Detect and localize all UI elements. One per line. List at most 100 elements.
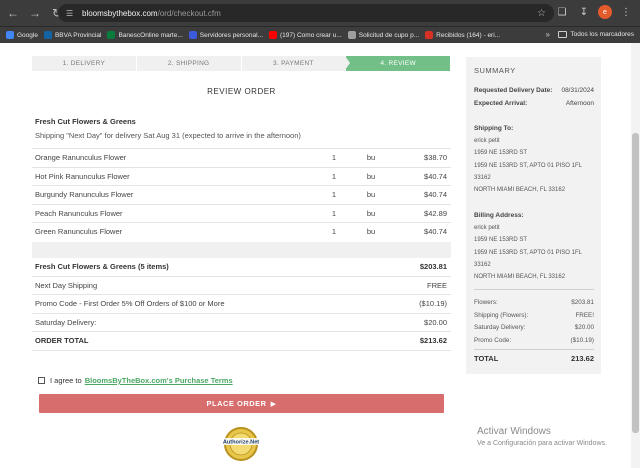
cost-label: Flowers: xyxy=(474,299,498,306)
bookmark-label: Google xyxy=(17,31,38,39)
bookmark-label: BanescOnline marte... xyxy=(118,31,183,39)
cost-value: $20.00 xyxy=(574,324,594,331)
cost-value: $203.81 xyxy=(571,299,594,306)
total-value: ($10.19) xyxy=(419,299,447,309)
menu-icon[interactable]: ⋮ xyxy=(618,4,634,20)
item-row: Green Ranunculus Flower 1 bu $40.74 xyxy=(32,222,451,241)
bookmark-label: BBVA Provincial xyxy=(54,31,102,39)
bookmark-item[interactable]: (197) Como crear u... xyxy=(269,31,342,39)
summary-title: SUMMARY xyxy=(474,66,516,75)
shipping-note: Shipping "Next Day" for delivery Sat Aug… xyxy=(35,131,301,140)
bookmark-item[interactable]: Recibidos (164) - eri... xyxy=(425,31,500,39)
section-heading: Fresh Cut Flowers & Greens xyxy=(35,117,136,126)
total-label: ORDER TOTAL xyxy=(35,336,89,346)
shipping-line: NORTH MIAMI BEACH, FL 33162 xyxy=(474,187,566,193)
extensions-icon[interactable]: ❏ xyxy=(554,4,570,20)
url-host: bloomsbythebox.com xyxy=(82,8,158,18)
step-delivery[interactable]: 1. DELIVERY xyxy=(32,56,137,71)
url-path: /ord/checkout.cfm xyxy=(157,8,221,18)
item-qty: 1 xyxy=(331,171,337,181)
bookmark-item[interactable]: BBVA Provincial xyxy=(43,31,102,39)
item-name: Peach Ranunculus Flower xyxy=(35,208,123,218)
watermark-title: Activar Windows xyxy=(477,426,551,437)
forward-icon[interactable]: → xyxy=(26,4,44,22)
bookmark-favicon-icon xyxy=(107,31,116,39)
cost-label: Saturday Delivery: xyxy=(474,324,526,331)
scrollbar-thumb[interactable] xyxy=(632,133,639,433)
total-value: $20.00 xyxy=(424,317,447,327)
bookmark-favicon-icon xyxy=(6,31,14,39)
bookmark-favicon-icon xyxy=(269,31,277,39)
download-icon[interactable]: ↧ xyxy=(576,4,592,20)
item-price: $42.89 xyxy=(424,208,447,218)
shipping-to-label: Shipping To: xyxy=(474,125,514,132)
profile-avatar[interactable]: e xyxy=(598,5,612,19)
bookmark-item[interactable]: Google xyxy=(6,31,38,39)
total-label: Promo Code - First Order 5% Off Orders o… xyxy=(35,299,225,309)
cost-value: FREE! xyxy=(575,312,594,319)
seal-text: Authorize.Net xyxy=(223,440,259,446)
shipping-line: 1959 NE 153RD ST, APTO 01 PISO 1FL xyxy=(474,163,582,169)
bookmarks-bar: Google BBVA Provincial BanescOnline marte.… xyxy=(0,26,640,43)
item-row: Burgundy Ranunculus Flower 1 bu $40.74 xyxy=(32,185,451,204)
item-name: Hot Pink Ranunculus Flower xyxy=(35,171,130,181)
divider-band xyxy=(32,242,451,258)
total-label: Fresh Cut Flowers & Greens (5 items) xyxy=(35,262,169,272)
requested-delivery-row: Requested Delivery Date: 08/31/2024 xyxy=(474,87,594,94)
summary-total-row: TOTAL 213.62 xyxy=(474,354,594,363)
shipping-line: 33162 xyxy=(474,175,491,181)
total-value: FREE xyxy=(426,280,447,290)
requested-delivery-label: Requested Delivery Date: xyxy=(474,87,553,94)
purchase-terms-link[interactable]: BloomsByTheBox.com's Purchase Terms xyxy=(85,376,233,385)
step-shipping[interactable]: 2. SHIPPING xyxy=(136,56,242,71)
back-icon[interactable]: ← xyxy=(4,4,22,22)
cost-label: Shipping (Flowers): xyxy=(474,312,529,319)
total-row: Saturday Delivery: $20.00 xyxy=(32,314,451,332)
bookmarks-overflow-button[interactable]: » xyxy=(546,30,550,39)
order-totals: Fresh Cut Flowers & Greens (5 items) $203… xyxy=(32,258,451,351)
item-qty: 1 xyxy=(331,227,337,237)
item-unit: bu xyxy=(366,227,376,237)
site-info-icon[interactable]: ☰ xyxy=(66,9,76,18)
bookmark-item[interactable]: BanescOnline marte... xyxy=(107,31,183,39)
requested-delivery-value: 08/31/2024 xyxy=(561,87,594,94)
place-order-button[interactable]: PLACE ORDER ▶ xyxy=(39,394,444,413)
bookmark-label: Recibidos (164) - eri... xyxy=(436,31,501,39)
summary-cost-row: Saturday Delivery: $20.00 xyxy=(474,324,594,331)
item-name: Orange Ranunculus Flower xyxy=(35,153,127,163)
summary-cost-row: Promo Code: ($10.19) xyxy=(474,337,594,344)
item-price: $40.74 xyxy=(424,171,447,181)
item-qty: 1 xyxy=(331,153,337,163)
billing-line: NORTH MIAMI BEACH, FL 33162 xyxy=(474,274,566,280)
address-bar[interactable]: ☰ bloomsbythebox.com/ord/checkout.cfm ☆ xyxy=(58,4,554,22)
summary-total-label: TOTAL xyxy=(474,354,499,363)
arrow-right-icon: ▶ xyxy=(270,400,277,408)
bookmark-favicon-icon xyxy=(425,31,434,39)
authorize-net-seal[interactable]: Authorize.Net xyxy=(219,426,263,462)
terms-agreement: I agree to BloomsByTheBox.com's Purchase… xyxy=(38,376,233,385)
total-row: Promo Code - First Order 5% Off Orders o… xyxy=(32,295,451,314)
bookmark-item[interactable]: Solicitud de cupo p... xyxy=(347,31,419,39)
bookmark-favicon-icon xyxy=(43,31,52,39)
bookmark-label: (197) Como crear u... xyxy=(280,31,342,39)
summary-total-value: 213.62 xyxy=(571,354,594,363)
scrollbar[interactable] xyxy=(631,43,640,468)
bookmark-item[interactable]: Servidores personal... xyxy=(188,31,263,39)
terms-checkbox[interactable] xyxy=(38,377,45,384)
item-row: Orange Ranunculus Flower 1 bu $38.70 xyxy=(32,148,451,167)
step-payment[interactable]: 3. PAYMENT xyxy=(241,56,347,71)
item-name: Green Ranunculus Flower xyxy=(35,227,123,237)
expected-arrival-value: Afternoon xyxy=(565,100,594,107)
billing-address-label: Billing Address: xyxy=(474,212,524,219)
shipping-line: 1959 NE 153RD ST xyxy=(474,150,528,156)
watermark-subtitle: Ve a Configuración para activar Windows. xyxy=(477,440,607,447)
all-bookmarks-button[interactable]: Todos los marcadores xyxy=(558,31,634,38)
place-order-label: PLACE ORDER xyxy=(206,399,267,408)
item-price: $38.70 xyxy=(424,153,447,163)
folder-icon xyxy=(558,31,568,38)
item-price: $40.74 xyxy=(424,227,447,237)
item-price: $40.74 xyxy=(424,190,447,200)
item-unit: bu xyxy=(366,190,376,200)
bookmark-star-icon[interactable]: ☆ xyxy=(537,8,546,19)
expected-arrival-label: Expected Arrival: xyxy=(474,100,528,107)
